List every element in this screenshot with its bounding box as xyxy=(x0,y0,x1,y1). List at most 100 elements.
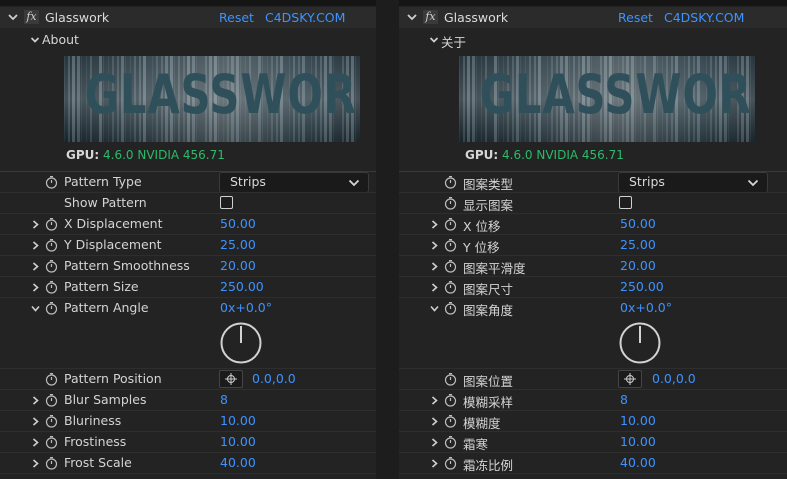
chevron-down-icon xyxy=(429,37,439,43)
twirl-arrow-icon[interactable] xyxy=(31,396,40,405)
param-label: X 位移 xyxy=(463,219,501,234)
stopwatch-icon[interactable] xyxy=(45,456,58,470)
position-picker-button[interactable] xyxy=(618,370,642,388)
param-value[interactable]: 25.00 xyxy=(620,237,656,252)
param-row: 图案尺寸 250.00 xyxy=(399,277,787,298)
stopwatch-icon[interactable] xyxy=(45,414,58,428)
stopwatch-icon[interactable] xyxy=(444,435,457,449)
site-link[interactable]: C4DSKY.COM xyxy=(265,10,345,25)
param-value[interactable]: 10.00 xyxy=(620,413,656,428)
param-row: Blur Samples 8 xyxy=(0,390,376,411)
stopwatch-icon[interactable] xyxy=(444,175,457,189)
twirl-arrow-icon[interactable] xyxy=(430,220,439,229)
stopwatch-icon[interactable] xyxy=(444,456,457,470)
chevron-down-icon[interactable] xyxy=(406,11,418,23)
param-value[interactable]: 50.00 xyxy=(620,216,656,231)
stopwatch-icon[interactable] xyxy=(45,393,58,407)
angle-dial-icon[interactable] xyxy=(219,321,263,365)
twirl-arrow-icon[interactable] xyxy=(31,438,40,447)
twirl-arrow-icon[interactable] xyxy=(31,417,40,426)
param-row: 图案平滑度 20.00 xyxy=(399,256,787,277)
site-link[interactable]: C4DSKY.COM xyxy=(664,10,744,25)
param-value[interactable]: 0x+0.0° xyxy=(220,300,272,315)
param-value[interactable]: 40.00 xyxy=(620,455,656,470)
chevron-down-icon[interactable] xyxy=(7,11,19,23)
stopwatch-icon[interactable] xyxy=(45,259,58,273)
stopwatch-icon[interactable] xyxy=(45,372,58,386)
param-value[interactable]: 25.00 xyxy=(220,237,256,252)
param-label: Pattern Size xyxy=(64,279,139,294)
param-value[interactable]: 10.00 xyxy=(620,434,656,449)
twirl-arrow-icon[interactable] xyxy=(31,241,40,250)
param-label: 霜冻比例 xyxy=(463,458,514,473)
param-value[interactable]: 20.00 xyxy=(220,258,256,273)
twirl-arrow-icon[interactable] xyxy=(31,262,40,271)
param-label: Pattern Angle xyxy=(64,300,149,315)
param-value[interactable]: 250.00 xyxy=(220,279,264,294)
param-value[interactable]: 0.0,0.0 xyxy=(652,371,696,386)
param-label: Frostiness xyxy=(64,434,127,449)
pattern-type-dropdown[interactable]: Strips xyxy=(618,172,768,193)
fx-icon[interactable]: fx xyxy=(423,10,438,24)
twirl-arrow-icon[interactable] xyxy=(31,283,40,292)
twirl-arrow-icon[interactable] xyxy=(430,417,439,426)
param-row: X Displacement 50.00 xyxy=(0,214,376,235)
stopwatch-icon[interactable] xyxy=(45,238,58,252)
param-value[interactable]: 0x+0.0° xyxy=(620,300,672,315)
param-label: Bluriness xyxy=(64,413,122,428)
show-pattern-checkbox[interactable] xyxy=(619,196,632,209)
gpu-value: 4.6.0 NVIDIA 456.71 xyxy=(502,148,624,162)
panel-top-strip xyxy=(399,0,787,6)
stopwatch-icon[interactable] xyxy=(45,280,58,294)
effect-collapse-toggle[interactable] xyxy=(7,11,19,23)
stopwatch-icon[interactable] xyxy=(45,301,58,315)
stopwatch-icon[interactable] xyxy=(444,196,457,210)
param-value[interactable]: 20.00 xyxy=(620,258,656,273)
position-picker-button[interactable] xyxy=(219,370,243,388)
stopwatch-icon[interactable] xyxy=(45,175,58,189)
param-value[interactable]: 0.0,0.0 xyxy=(252,371,296,386)
pattern-type-dropdown[interactable]: Strips xyxy=(219,172,369,193)
about-label: 关于 xyxy=(441,35,467,50)
param-value[interactable]: 10.00 xyxy=(220,413,256,428)
twirl-arrow-icon[interactable] xyxy=(31,304,40,313)
dropdown-selected-value: Strips xyxy=(629,174,665,189)
stopwatch-icon[interactable] xyxy=(444,259,457,273)
param-row: Pattern Angle 0x+0.0° xyxy=(0,298,376,369)
stopwatch-icon[interactable] xyxy=(444,280,457,294)
fx-icon[interactable]: fx xyxy=(24,10,39,24)
twirl-arrow-icon[interactable] xyxy=(430,396,439,405)
twirl-arrow-icon[interactable] xyxy=(430,438,439,447)
twirl-arrow-icon[interactable] xyxy=(430,283,439,292)
param-value[interactable]: 8 xyxy=(220,392,228,407)
effect-title: Glasswork xyxy=(444,10,509,25)
stopwatch-icon[interactable] xyxy=(444,217,457,231)
show-pattern-checkbox[interactable] xyxy=(220,196,233,209)
param-row: Frostiness 10.00 xyxy=(0,432,376,453)
twirl-arrow-icon[interactable] xyxy=(31,459,40,468)
twirl-arrow-icon[interactable] xyxy=(430,262,439,271)
stopwatch-icon[interactable] xyxy=(444,372,457,386)
stopwatch-icon[interactable] xyxy=(444,238,457,252)
param-value[interactable]: 250.00 xyxy=(620,279,664,294)
stopwatch-icon[interactable] xyxy=(45,217,58,231)
reset-button[interactable]: Reset xyxy=(618,10,653,25)
twirl-arrow-icon[interactable] xyxy=(430,304,439,313)
reset-button[interactable]: Reset xyxy=(219,10,254,25)
param-value[interactable]: 50.00 xyxy=(220,216,256,231)
angle-dial-icon[interactable] xyxy=(618,321,662,365)
twirl-arrow-icon[interactable] xyxy=(31,220,40,229)
param-value[interactable]: 8 xyxy=(620,392,628,407)
param-row: 模糊度 10.00 xyxy=(399,411,787,432)
stopwatch-icon[interactable] xyxy=(444,301,457,315)
stopwatch-icon[interactable] xyxy=(444,414,457,428)
param-value[interactable]: 10.00 xyxy=(220,434,256,449)
param-value[interactable]: 40.00 xyxy=(220,455,256,470)
stopwatch-icon[interactable] xyxy=(444,393,457,407)
stopwatch-icon[interactable] xyxy=(45,435,58,449)
row-divider xyxy=(399,473,787,474)
effect-collapse-toggle[interactable] xyxy=(406,11,418,23)
twirl-arrow-icon[interactable] xyxy=(430,241,439,250)
gpu-key: GPU: xyxy=(66,148,100,162)
twirl-arrow-icon[interactable] xyxy=(430,459,439,468)
